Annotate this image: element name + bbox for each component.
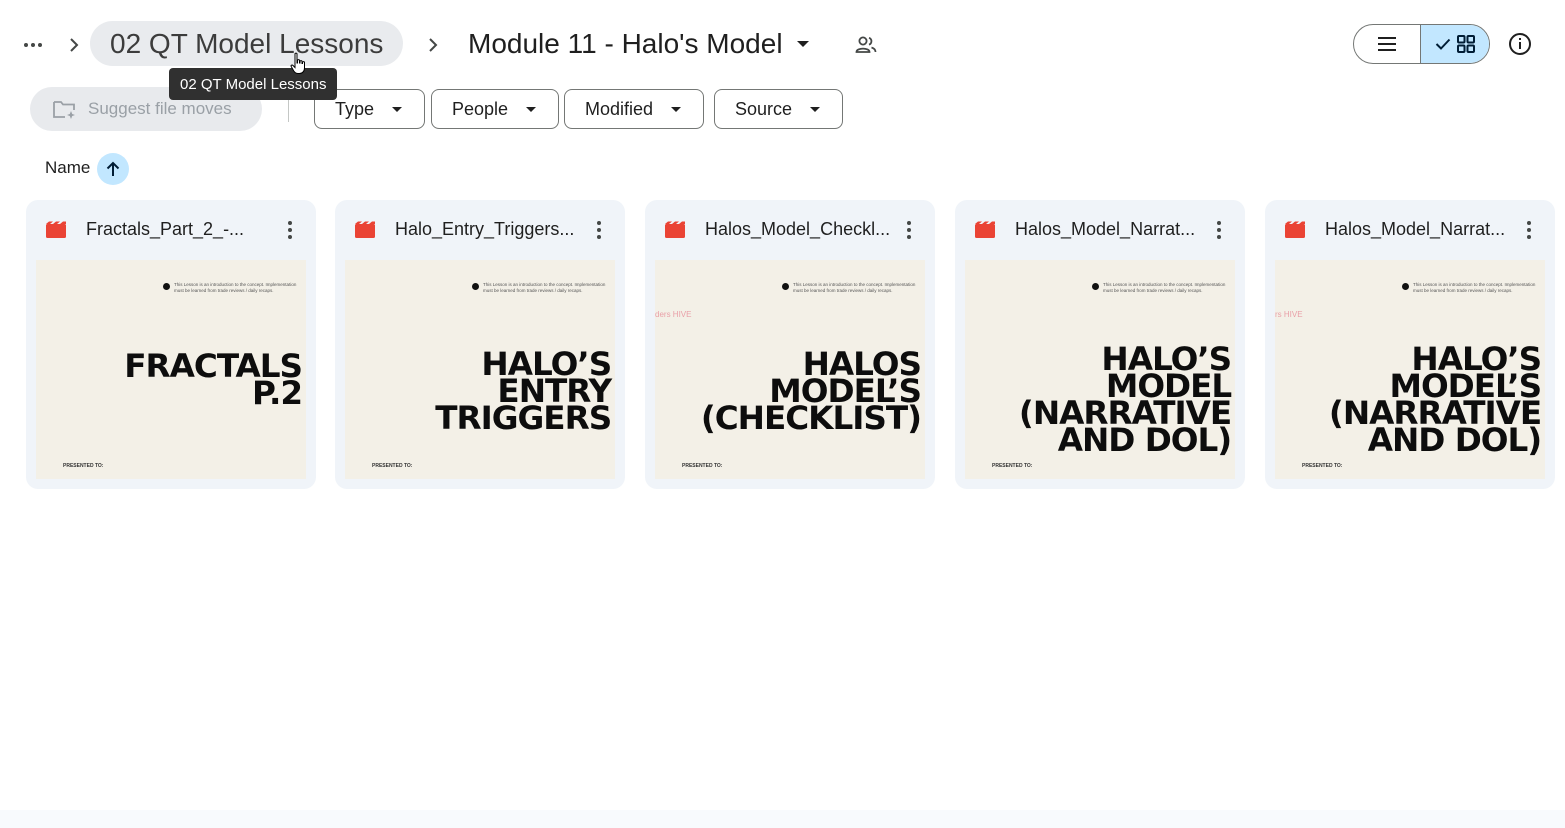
view-toggle — [1353, 24, 1490, 64]
chevron-down-icon — [796, 40, 809, 47]
file-card-header: Halos_Model_Narrat... — [955, 200, 1245, 260]
file-thumbnail: This Lesson is an introduction to the co… — [36, 260, 306, 479]
list-view-button[interactable] — [1354, 25, 1422, 63]
grid-view-button[interactable] — [1421, 25, 1489, 63]
thumbnail-footer: PRESENTED TO: — [63, 463, 104, 469]
folder-sparkle-icon — [53, 101, 75, 119]
tooltip: 02 QT Model Lessons — [169, 68, 338, 100]
filter-people-label: People — [452, 98, 509, 119]
thumbnail-title: FRACTALS P.2 — [123, 347, 303, 412]
thumbnail-title: HALO’S MODEL’S (NARRATIVE AND DOL) — [1328, 340, 1542, 459]
file-name: Halos_Model_Narrat... — [1015, 219, 1196, 239]
thumbnail-note: This Lesson is an introduction to the co… — [1413, 282, 1536, 293]
file-name: Fractals_Part_2_-... — [86, 219, 245, 239]
bottom-strip — [0, 810, 1565, 828]
file-name: Halos_Model_Narrat... — [1325, 219, 1506, 239]
more-vertical-icon[interactable] — [587, 218, 611, 242]
caret-down-icon — [392, 106, 403, 112]
sort-direction-button[interactable] — [97, 153, 129, 185]
more-vertical-icon[interactable] — [1207, 218, 1231, 242]
list-icon — [1378, 37, 1396, 51]
thumbnail-footer: PRESENTED TO: — [1302, 463, 1343, 469]
thumbnail-footer: PRESENTED TO: — [372, 463, 413, 469]
more-vertical-icon[interactable] — [897, 218, 921, 242]
thumbnail-watermark: ders HIVE — [655, 310, 692, 319]
video-icon — [355, 221, 375, 238]
sort-column-label[interactable]: Name — [45, 158, 90, 178]
video-icon — [46, 221, 66, 238]
filter-modified-chip[interactable]: Modified — [564, 89, 705, 129]
file-name: Halo_Entry_Triggers... — [395, 219, 575, 239]
file-card-header: Fractals_Part_2_-... — [26, 200, 316, 260]
thumbnail-note: This Lesson is an introduction to the co… — [793, 282, 916, 293]
file-card[interactable]: Halos_Model_Narrat... This Lesson is an … — [1265, 200, 1555, 489]
current-folder-label: Module 11 - Halo's Model — [468, 27, 783, 59]
file-card-header: Halos_Model_Checkl... — [645, 200, 935, 260]
video-icon — [665, 221, 685, 238]
thumbnail-footer: PRESENTED TO: — [992, 463, 1033, 469]
filter-modified-label: Modified — [585, 98, 654, 119]
hand-cursor-icon — [290, 52, 308, 76]
file-card-header: Halo_Entry_Triggers... — [335, 200, 625, 260]
grid-icon — [1457, 35, 1475, 53]
video-icon — [1285, 221, 1305, 238]
filter-people-chip[interactable]: People — [431, 89, 560, 129]
thumbnail-title: HALO’S MODEL (NARRATIVE AND DOL) — [1018, 340, 1232, 459]
divider — [288, 98, 289, 122]
caret-down-icon — [810, 106, 821, 112]
thumbnail-title: HALO’S ENTRY TRIGGERS — [434, 345, 612, 437]
file-thumbnail: This Lesson is an introduction to the co… — [1275, 260, 1545, 479]
caret-down-icon — [671, 106, 682, 112]
thumbnail-note: This Lesson is an introduction to the co… — [174, 282, 297, 293]
thumbnail-watermark: rs HIVE — [1275, 310, 1303, 319]
breadcrumb: 02 QT Model Lessons Module 11 - Halo's M… — [0, 18, 1565, 70]
file-card[interactable]: Fractals_Part_2_-... This Lesson is an i… — [26, 200, 316, 489]
filter-source-label: Source — [735, 98, 793, 119]
video-icon — [975, 221, 995, 238]
file-thumbnail: This Lesson is an introduction to the co… — [345, 260, 615, 479]
arrow-up-icon — [106, 161, 120, 176]
thumbnail-footer: PRESENTED TO: — [682, 463, 723, 469]
filter-type-label: Type — [335, 98, 375, 119]
suggest-file-moves-label: Suggest file moves — [88, 99, 232, 118]
more-vertical-icon[interactable] — [1517, 218, 1541, 242]
breadcrumb-parent-folder[interactable]: 02 QT Model Lessons — [90, 21, 404, 66]
chevron-right-icon — [63, 32, 85, 58]
file-thumbnail: This Lesson is an introduction to the co… — [655, 260, 925, 479]
thumbnail-note: This Lesson is an introduction to the co… — [1103, 282, 1226, 293]
more-horizontal-icon[interactable] — [18, 30, 48, 60]
people-icon[interactable] — [853, 32, 879, 58]
chevron-right-icon — [422, 32, 444, 58]
file-card[interactable]: Halos_Model_Narrat... This Lesson is an … — [955, 200, 1245, 489]
file-card[interactable]: Halos_Model_Checkl... This Lesson is an … — [645, 200, 935, 489]
caret-down-icon — [526, 106, 537, 112]
check-icon — [1435, 38, 1451, 50]
breadcrumb-current-folder[interactable]: Module 11 - Halo's Model — [458, 21, 819, 66]
file-card[interactable]: Halo_Entry_Triggers... This Lesson is an… — [335, 200, 625, 489]
file-name: Halos_Model_Checkl... — [705, 219, 891, 239]
file-thumbnail: This Lesson is an introduction to the co… — [965, 260, 1235, 479]
more-vertical-icon[interactable] — [278, 218, 302, 242]
thumbnail-title: HALOS MODEL’S (CHECKLIST) — [701, 345, 922, 437]
thumbnail-note: This Lesson is an introduction to the co… — [483, 282, 606, 293]
drive-folder-view: 02 QT Model Lessons Module 11 - Halo's M… — [0, 0, 1565, 828]
filter-source-chip[interactable]: Source — [714, 89, 844, 129]
file-card-header: Halos_Model_Narrat... — [1265, 200, 1555, 260]
info-icon[interactable] — [1506, 30, 1534, 58]
